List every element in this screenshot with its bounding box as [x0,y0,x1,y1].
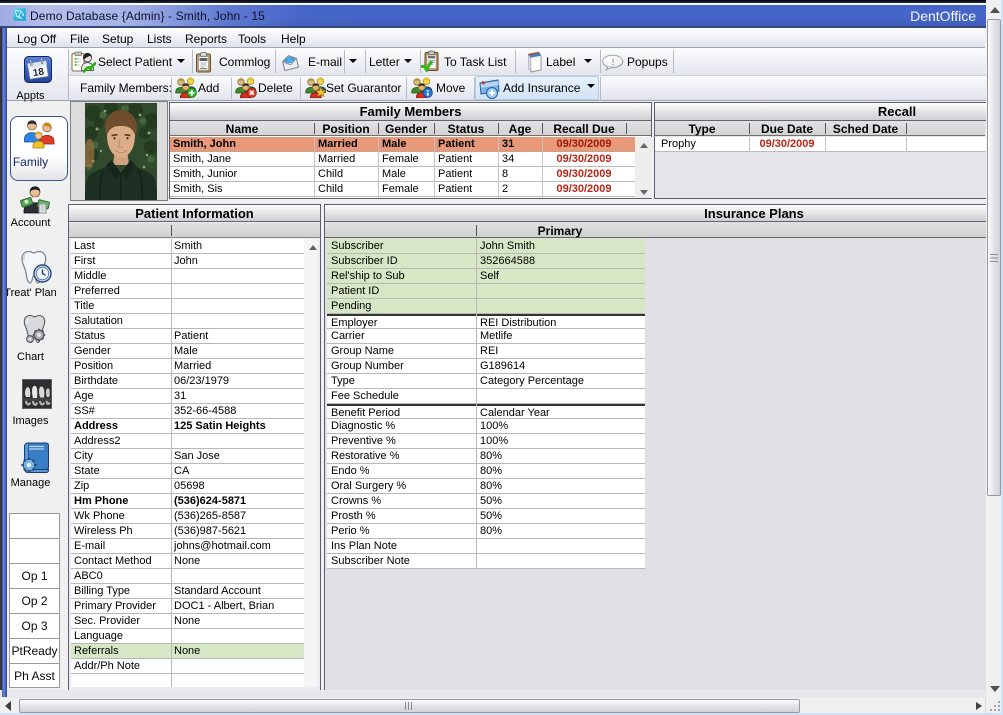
svg-text:18: 18 [32,67,45,80]
